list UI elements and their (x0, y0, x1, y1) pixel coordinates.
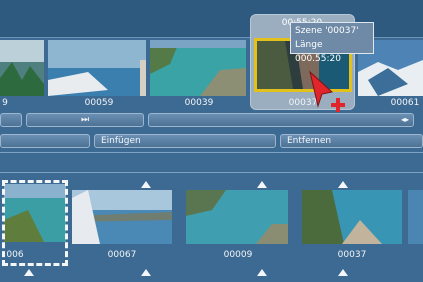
section-divider (0, 152, 423, 153)
remove-button[interactable]: Entfernen (280, 134, 423, 148)
bin-clip-label: 00037 (337, 250, 367, 260)
storyboard-editor: 9 00059 00039 00:55:20 00037 00061 Szene… (0, 0, 423, 282)
bin-clip-partial[interactable] (408, 190, 423, 244)
drag-cursor-icon (309, 70, 345, 112)
bin-clip-label: 00067 (107, 250, 137, 260)
remove-label: Entfernen (287, 136, 332, 146)
bin-divider (0, 172, 423, 173)
bin-clip-label: 006 (6, 250, 24, 260)
timeline-clip-label: 9 (2, 98, 8, 108)
bin-clip-00037[interactable] (302, 190, 402, 244)
timeline-clip-00059[interactable] (48, 40, 146, 96)
insert-button[interactable]: Einfügen (94, 134, 276, 148)
tooltip-length: Länge 000.55:20 (295, 40, 341, 64)
insert-left-stub[interactable] (0, 134, 90, 148)
timeline-scrollbar[interactable]: ◂▸ (148, 113, 414, 127)
timeline-clip-9[interactable] (0, 40, 44, 96)
clip-marker-icon (257, 181, 267, 188)
insert-label: Einfügen (101, 136, 141, 146)
scroll-arrows-icon[interactable]: ◂▸ (401, 114, 409, 126)
timeline-clip-label: 00039 (184, 98, 214, 108)
clip-marker-icon (338, 181, 348, 188)
tooltip-scene-name: Szene '00037' (295, 26, 359, 36)
timeline-clip-label: 00061 (390, 98, 420, 108)
bin-clip-label: 00009 (223, 250, 253, 260)
bin-clip-00067[interactable] (72, 190, 172, 244)
timeline-clip-00039[interactable] (150, 40, 246, 96)
clip-marker-icon (257, 269, 267, 276)
timeline-clip-label: 00059 (84, 98, 114, 108)
clip-marker-icon (141, 181, 151, 188)
clip-marker-icon (24, 269, 34, 276)
skip-next-icon: ⏭ (81, 115, 90, 125)
bin-clip-00009[interactable] (186, 190, 288, 244)
transport-left-button[interactable] (0, 113, 22, 127)
clip-marker-icon (338, 269, 348, 276)
scene-tooltip: Szene '00037' Länge 000.55:20 (290, 22, 374, 64)
skip-next-button[interactable]: ⏭ (26, 113, 144, 127)
clip-marker-icon (141, 269, 151, 276)
